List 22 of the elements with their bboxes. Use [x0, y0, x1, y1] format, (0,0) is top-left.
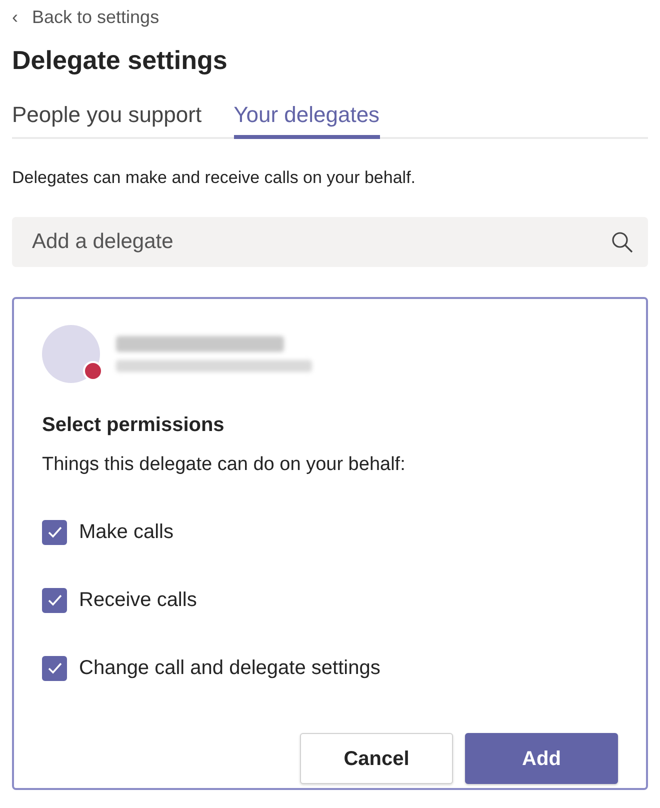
- back-link-label: Back to settings: [32, 6, 160, 29]
- checkbox[interactable]: [42, 656, 67, 681]
- permissions-heading: Select permissions: [42, 412, 226, 437]
- permission-label: Make calls: [79, 520, 174, 546]
- tab[interactable]: Your delegates: [234, 98, 380, 140]
- checkbox[interactable]: [42, 520, 67, 545]
- add-button[interactable]: Add: [465, 733, 618, 784]
- search-field[interactable]: Add a delegate: [12, 216, 648, 267]
- check-icon: [46, 524, 62, 540]
- permission-label: Change call and delegate settings: [79, 656, 380, 682]
- permissions-subtitle: Things this delegate can do on your behalf:: [42, 452, 406, 477]
- cancel-button[interactable]: Cancel: [300, 733, 453, 784]
- check-icon: [46, 592, 62, 608]
- page-title: Delegate settings: [12, 45, 228, 76]
- checkbox[interactable]: [42, 588, 67, 613]
- permission-label: Receive calls: [79, 588, 197, 614]
- back-icon: ‹: [12, 4, 18, 31]
- check-icon: [46, 660, 62, 676]
- search-icon: [610, 230, 634, 254]
- tab[interactable]: People you support: [12, 98, 202, 140]
- back-link[interactable]: ‹ Back to settings: [12, 4, 160, 31]
- description: Delegates can make and receive calls on your behalf.: [12, 167, 417, 190]
